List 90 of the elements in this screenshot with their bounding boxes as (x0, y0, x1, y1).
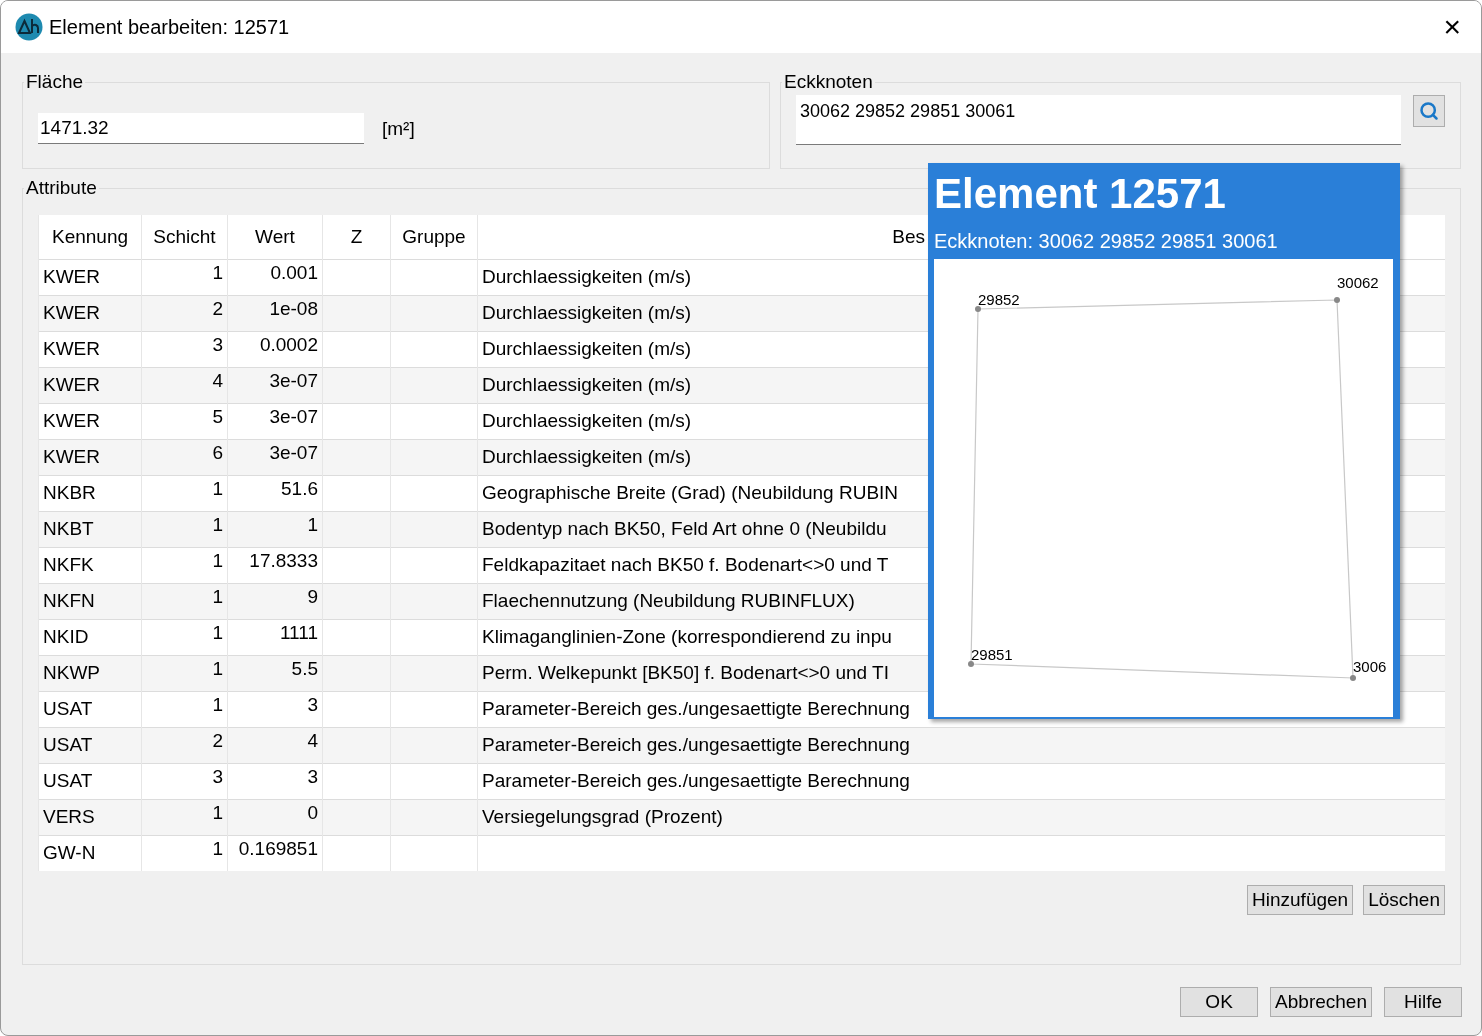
table-cell: 1 (227, 511, 323, 547)
table-cell (322, 619, 391, 655)
table-cell: 3 (141, 331, 228, 367)
dialog-button[interactable]: OK (1180, 987, 1259, 1017)
table-cell: 1 (141, 655, 228, 691)
table-cell: 3 (227, 763, 323, 799)
table-cell: 1111 (227, 619, 323, 655)
search-button[interactable] (1413, 95, 1445, 127)
table-cell: 3 (141, 763, 228, 799)
table-cell: 5.5 (227, 655, 323, 691)
table-cell: 0 (227, 799, 323, 835)
table-cell: KWER (38, 403, 142, 439)
table-cell: NKBT (38, 511, 142, 547)
table-cell: 1 (141, 619, 228, 655)
table-action-button[interactable]: Hinzufügen (1247, 885, 1354, 915)
table-cell: NKFN (38, 583, 142, 619)
table-cell (322, 547, 391, 583)
table-cell: KWER (38, 295, 142, 331)
tooltip-title: Element 12571 (934, 169, 1227, 219)
table-cell: 2 (141, 295, 228, 331)
close-button[interactable]: × (1437, 12, 1467, 42)
table-cell (322, 439, 391, 475)
search-icon (1419, 101, 1439, 121)
window-title: Element bearbeiten: 12571 (49, 15, 291, 39)
table-cell (322, 259, 391, 295)
group-label: Attribute (25, 177, 98, 199)
table-cell: USAT (38, 763, 142, 799)
table-cell: 1 (141, 691, 228, 727)
table-cell: KWER (38, 367, 142, 403)
dialog-button[interactable]: Abbrechen (1270, 987, 1372, 1017)
table-cell: Parameter-Bereich ges./ungesaettigte Berechnung (477, 727, 1445, 763)
table-cell: 0.0002 (227, 331, 323, 367)
table-cell: Parameter-Bereich ges./ungesaettigte Berechnung (477, 763, 1445, 799)
table-cell: 6 (141, 439, 228, 475)
table-cell: NKWP (38, 655, 142, 691)
table-cell (322, 691, 391, 727)
table-cell: 1 (141, 799, 228, 835)
table-cell: KWER (38, 331, 142, 367)
table-cell: 1 (141, 835, 228, 871)
table-cell: NKBR (38, 475, 142, 511)
table-cell (322, 331, 391, 367)
table-cell (322, 835, 391, 871)
table-cell: 3e-07 (227, 439, 323, 475)
table-cell: 3e-07 (227, 403, 323, 439)
tooltip-subtitle: Eckknoten: 30062 29852 29851 30061 (934, 229, 1279, 254)
corner-nodes-field[interactable]: 30062 29852 29851 30061 (796, 95, 1401, 145)
unit-label: [m²] (382, 117, 415, 140)
table-cell: KWER (38, 259, 142, 295)
table-cell (322, 403, 391, 439)
table-cell (322, 799, 391, 835)
table-cell: KWER (38, 439, 142, 475)
table-cell: USAT (38, 691, 142, 727)
table-cell: VERS (38, 799, 142, 835)
table-cell: 9 (227, 583, 323, 619)
table-cell: 1 (141, 259, 228, 295)
table-cell (322, 655, 391, 691)
table-cell: 1 (141, 511, 228, 547)
table-cell: 2 (141, 727, 228, 763)
table-cell: 0.001 (227, 259, 323, 295)
table-cell: 1e-08 (227, 295, 323, 331)
group-label: Eckknoten (783, 71, 874, 93)
table-cell: Versiegelungsgrad (Prozent) (477, 799, 1445, 835)
table-cell: NKFK (38, 547, 142, 583)
table-cell (322, 511, 391, 547)
table-cell: 4 (141, 367, 228, 403)
table-cell: 3 (227, 691, 323, 727)
table-cell: 51.6 (227, 475, 323, 511)
table-cell: NKID (38, 619, 142, 655)
table-cell: GW-N (38, 835, 142, 871)
table-cell (322, 763, 391, 799)
table-cell: 4 (227, 727, 323, 763)
area-input-field[interactable]: 1471.32 (38, 113, 364, 144)
element-sketch-drawing: 29852 30062 3006 29851 (934, 259, 1393, 717)
table-cell: 1 (141, 547, 228, 583)
table-cell: 1 (141, 583, 228, 619)
table-cell (322, 367, 391, 403)
app-logo-icon (15, 13, 43, 41)
table-cell (322, 295, 391, 331)
table-cell: USAT (38, 727, 142, 763)
table-cell (322, 475, 391, 511)
table-cell (322, 727, 391, 763)
table-cell (322, 583, 391, 619)
table-cell: 1 (141, 475, 228, 511)
dialog-button[interactable]: Hilfe (1384, 987, 1462, 1017)
table-cell: 3e-07 (227, 367, 323, 403)
table-action-button[interactable]: Löschen (1363, 885, 1445, 915)
table-cell: 5 (141, 403, 228, 439)
table-cell: 17.8333 (227, 547, 323, 583)
group-label: Fläche (25, 71, 85, 93)
table-cell: 0.169851 (227, 835, 323, 871)
